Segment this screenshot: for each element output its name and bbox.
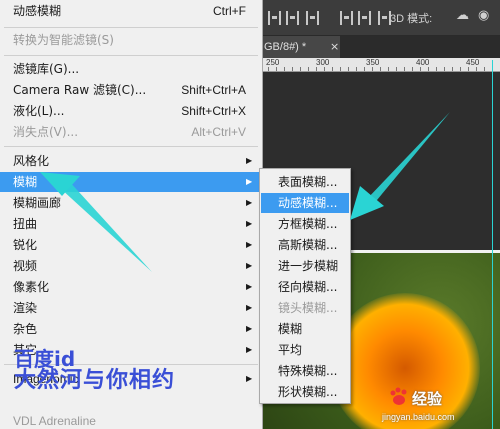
annotation-arrow — [40, 172, 152, 272]
baidu-paw-icon — [390, 387, 407, 405]
jingyan-url: jingyan.baidu.com — [382, 412, 455, 422]
baidu-watermark: 百度id 大然河与你相约 — [14, 348, 175, 392]
watermark-line: 大然河与你相约 — [14, 368, 176, 393]
jingyan-watermark: 经验 — [412, 390, 443, 408]
annotation-arrow — [350, 112, 450, 220]
